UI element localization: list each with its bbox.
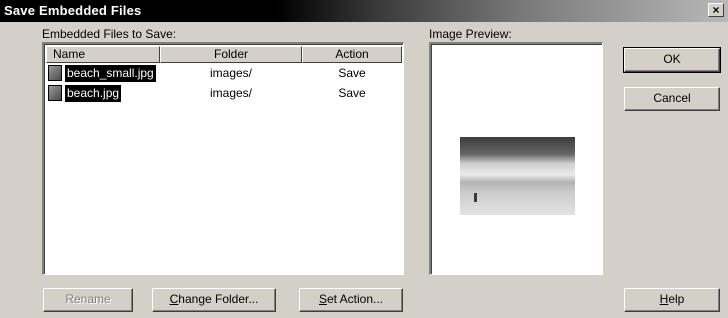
embedded-files-label: Embedded Files to Save: <box>42 27 177 41</box>
image-file-icon <box>48 65 62 81</box>
change-folder-mnemonic: C <box>169 292 179 306</box>
image-preview-label: Image Preview: <box>429 27 512 41</box>
change-folder-label: hange Folder... <box>178 292 259 306</box>
column-header-name[interactable]: Name <box>46 46 160 63</box>
embedded-files-list[interactable]: Name Folder Action beach_small.jpg image… <box>42 42 404 275</box>
preview-image <box>460 137 575 215</box>
file-folder: images/ <box>209 86 253 100</box>
change-folder-button[interactable]: Change Folder... <box>152 288 276 312</box>
help-button[interactable]: Help <box>624 288 720 312</box>
file-name: beach.jpg <box>65 85 122 102</box>
set-action-button[interactable]: Set Action... <box>299 288 403 312</box>
image-file-icon <box>48 85 62 101</box>
column-header-folder[interactable]: Folder <box>160 46 302 63</box>
set-action-label: et Action... <box>326 292 384 306</box>
image-preview-pane <box>429 42 603 275</box>
rename-button[interactable]: Rename <box>43 288 133 312</box>
column-header-action[interactable]: Action <box>302 46 402 63</box>
close-icon: × <box>712 3 720 17</box>
column-header-name-label: Name <box>53 47 86 61</box>
ok-button[interactable]: OK <box>623 47 721 73</box>
list-item[interactable]: beach_small.jpg images/ Save <box>44 64 402 83</box>
close-button[interactable]: × <box>708 3 724 17</box>
file-folder: images/ <box>209 66 253 80</box>
file-action: Save <box>338 66 366 80</box>
window-title: Save Embedded Files <box>4 3 142 18</box>
help-label: elp <box>668 292 685 306</box>
file-name: beach_small.jpg <box>65 65 156 82</box>
title-bar[interactable]: Save Embedded Files × <box>0 0 728 22</box>
person-figure <box>474 193 477 202</box>
list-item[interactable]: beach.jpg images/ Save <box>44 84 402 103</box>
set-action-mnemonic: S <box>318 292 327 306</box>
cancel-button[interactable]: Cancel <box>624 87 720 111</box>
file-action: Save <box>338 86 366 100</box>
